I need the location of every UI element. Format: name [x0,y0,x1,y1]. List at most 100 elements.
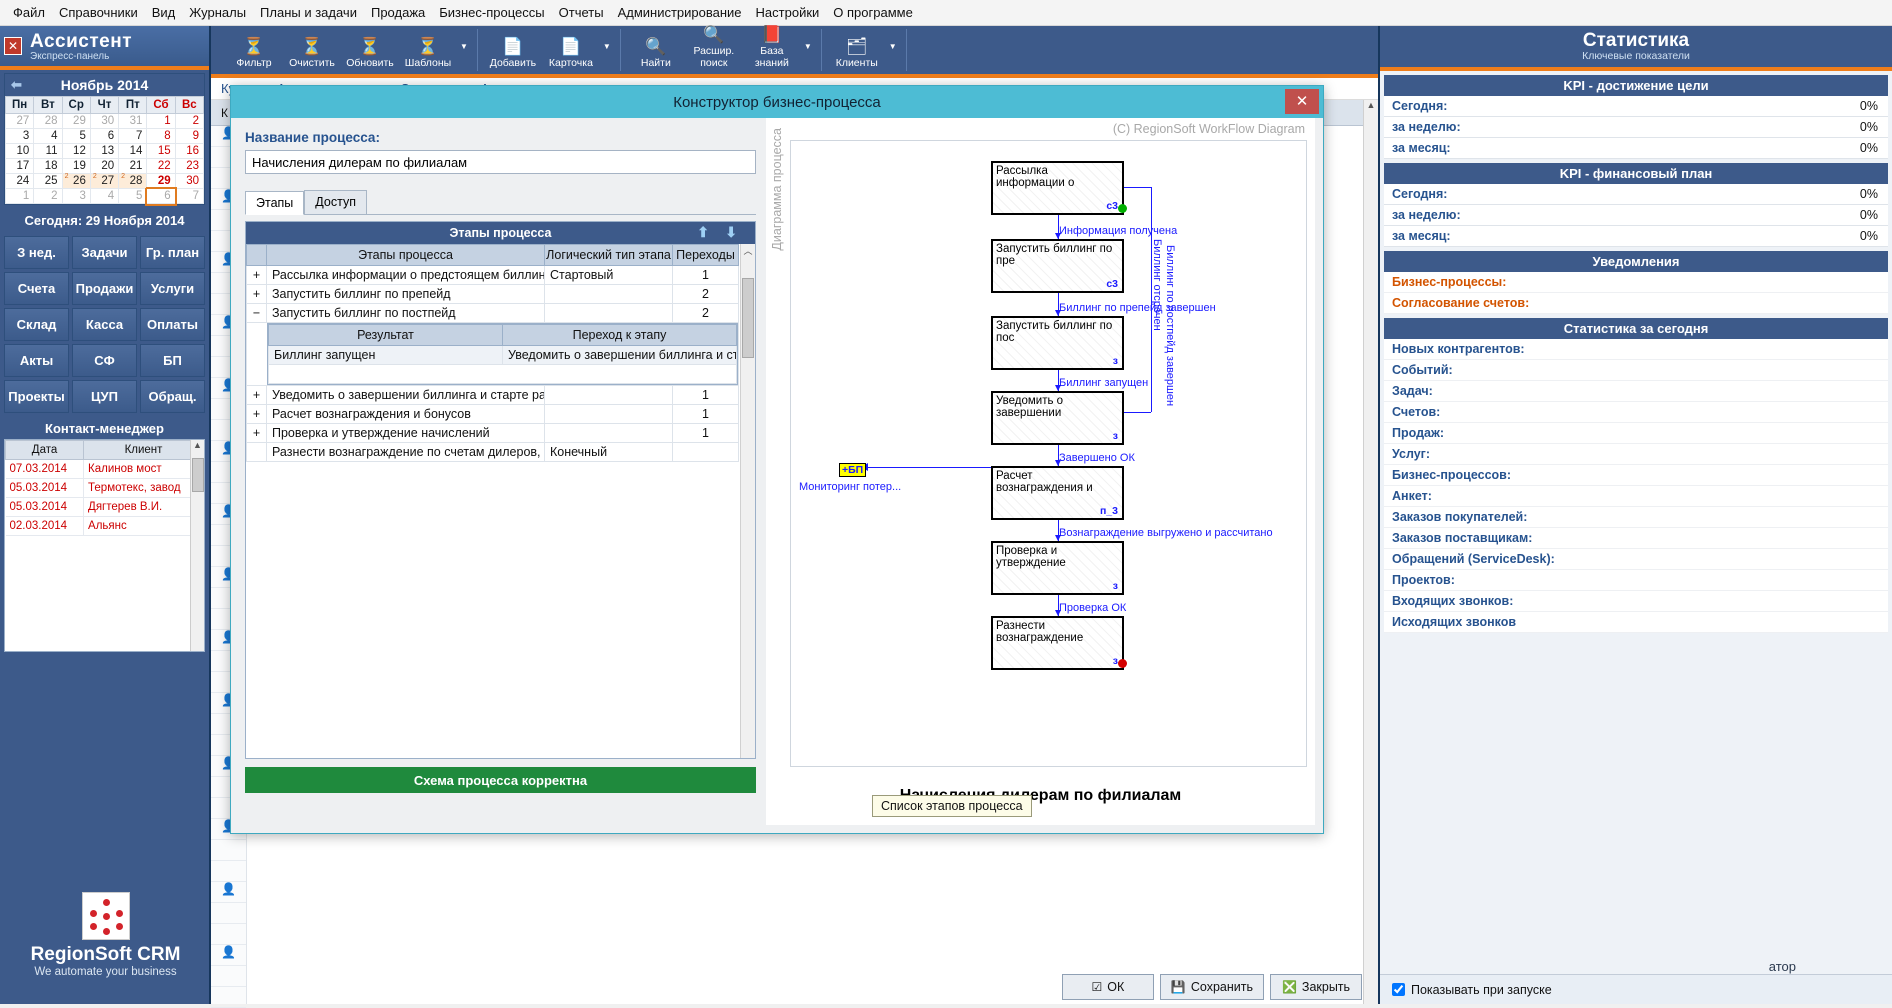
calendar-day[interactable]: 30 [89,113,120,129]
calendar-day[interactable]: 1 [4,188,35,204]
today-stat-item[interactable]: Счетов: [1384,402,1888,423]
dialog-close-button[interactable]: ✕ [1285,89,1319,114]
today-stat-item[interactable]: Новых контрагентов: [1384,339,1888,360]
menu-item-журналы[interactable]: Журналы [182,1,253,24]
assistant-button-проекты[interactable]: Проекты [4,380,69,413]
toolbar-button-расшир-поиск[interactable]: 🔍 Расшир. поиск [685,25,743,71]
toolbar-button-база-знаний[interactable]: 📕 База знаний [743,25,801,71]
save-button[interactable]: 💾 Сохранить [1159,974,1264,1000]
toolbar-button-очистить[interactable]: ⏳ Очистить [283,37,341,71]
calendar-day[interactable]: 12 [61,143,91,159]
today-stat-item[interactable]: Задач: [1384,381,1888,402]
show-on-start-checkbox[interactable] [1392,983,1405,996]
calendar-day[interactable]: 28 [118,173,148,189]
assistant-button-склад[interactable]: Склад [4,308,69,341]
calendar-day[interactable]: 14 [118,143,148,159]
calendar-day[interactable]: 13 [89,143,120,159]
menu-item-вид[interactable]: Вид [145,1,183,24]
chevron-down-icon[interactable]: ▼ [457,42,471,59]
diagram-node[interactable]: Запустить биллинг по пос з [991,316,1124,370]
contact-manager-row[interactable]: 02.03.2014 Альянс [5,516,204,536]
calendar-day[interactable]: 2 [33,188,63,204]
scroll-thumb[interactable] [742,278,754,358]
table-row[interactable]: + Проверка и утверждение начислений 1 [246,423,739,443]
calendar-day[interactable]: 6 [89,128,120,144]
menu-item-планы-и-задачи[interactable]: Планы и задачи [253,1,364,24]
assistant-button-оплаты[interactable]: Оплаты [140,308,205,341]
calendar-day[interactable]: 26 [61,173,91,189]
row-expander-icon[interactable] [246,442,267,462]
calendar-day[interactable]: 15 [146,143,176,159]
diagram-node[interactable]: Уведомить о завершении з [991,391,1124,445]
today-stat-item[interactable]: Заказов покупателей: [1384,507,1888,528]
calendar-day[interactable]: 23 [174,158,205,174]
scroll-up-icon[interactable]: ▲ [191,440,204,450]
calendar-day[interactable]: 28 [33,113,63,129]
chevron-down-icon[interactable]: ▼ [886,42,900,59]
move-up-icon[interactable]: ⬆ [697,224,709,241]
calendar-day[interactable]: 5 [118,188,148,204]
calendar-day[interactable]: 3 [61,188,91,204]
assistant-button-гр-план[interactable]: Гр. план [140,236,205,269]
chevron-down-icon[interactable]: ▼ [600,42,614,59]
subgrid-row[interactable]: Биллинг запущен Уведомить о завершении би… [268,345,737,365]
menu-item-настройки[interactable]: Настройки [749,1,827,24]
calendar-day[interactable]: 21 [118,158,148,174]
table-row[interactable]: + Уведомить о завершении биллинга и старт… [246,385,739,405]
menu-item-о-программе[interactable]: О программе [826,1,920,24]
assistant-button-обращ-[interactable]: Обращ. [140,380,205,413]
check-button[interactable]: ☑ ОК [1061,974,1154,1000]
row-expander-icon[interactable]: + [246,385,267,405]
diagram-node[interactable]: Разнести вознаграждение з [991,616,1124,670]
calendar-day[interactable]: 16 [174,143,205,159]
calendar-day[interactable]: 11 [33,143,63,159]
assistant-button-цуп[interactable]: ЦУП [72,380,137,413]
calendar-day[interactable]: 29 [146,173,176,189]
assistant-close-icon[interactable]: ✕ [4,37,22,55]
calendar-day[interactable]: 7 [118,128,148,144]
tab-этапы[interactable]: Этапы [245,191,305,215]
calendar-day[interactable]: 7 [174,188,205,204]
calendar-day[interactable]: 20 [89,158,120,174]
notification-item[interactable]: Согласование счетов: [1384,293,1888,314]
assistant-button-касса[interactable]: Касса [72,308,137,341]
table-row[interactable]: + Запустить биллинг по препейд 2 [246,284,739,304]
toolbar-button-добавить[interactable]: 📄 Добавить [484,37,542,71]
contact-manager-scrollbar[interactable]: ▲ [190,440,204,651]
process-name-input[interactable] [245,150,756,174]
calendar-day[interactable]: 25 [33,173,63,189]
calendar-day[interactable]: 29 [61,113,91,129]
toolbar-button-обновить[interactable]: ⏳ Обновить [341,37,399,71]
calendar-prev-icon[interactable]: ⬅ [11,77,22,93]
toolbar-button-карточка[interactable]: 📄 Карточка [542,37,600,71]
today-stat-item[interactable]: Исходящих звонков [1384,612,1888,633]
row-expander-icon[interactable]: − [246,303,267,323]
table-row[interactable]: − Запустить биллинг по постпейд 2 [246,303,739,323]
chevron-down-icon[interactable]: ▼ [801,42,815,59]
menu-item-продажа[interactable]: Продажа [364,1,432,24]
calendar-day[interactable]: 10 [4,143,35,159]
contact-manager-row[interactable]: 07.03.2014 Калинов мост [5,459,204,479]
diagram-node[interactable]: Рассылка информации о с3 [991,161,1124,215]
toolbar-button-найти[interactable]: 🔍 Найти [627,37,685,71]
row-expander-icon[interactable]: + [246,284,267,304]
toolbar-button-клиенты[interactable]: 🗂 Клиенты [828,37,886,71]
today-stat-item[interactable]: Услуг: [1384,444,1888,465]
menu-item-отчеты[interactable]: Отчеты [552,1,611,24]
tab-доступ[interactable]: Доступ [304,190,367,214]
calendar-day[interactable]: 27 [89,173,120,189]
today-stat-item[interactable]: Анкет: [1384,486,1888,507]
table-row[interactable]: + Рассылка информации о предстоящем билли… [246,265,739,285]
calendar-day[interactable]: 6 [144,186,178,206]
calendar-day[interactable]: 4 [89,188,120,204]
assistant-button-з-нед-[interactable]: З нед. [4,236,69,269]
contact-manager-row[interactable]: 05.03.2014 Термотекс, завод [5,478,204,498]
toolbar-button-фильтр[interactable]: ⏳ Фильтр [225,37,283,71]
calendar-day[interactable]: 31 [118,113,148,129]
today-stat-item[interactable]: Продаж: [1384,423,1888,444]
scroll-up-icon[interactable]: ︿ [741,244,755,257]
row-expander-icon[interactable]: + [246,404,267,424]
assistant-button-акты[interactable]: Акты [4,344,69,377]
calendar-day[interactable]: 1 [146,113,176,129]
today-stat-item[interactable]: Проектов: [1384,570,1888,591]
